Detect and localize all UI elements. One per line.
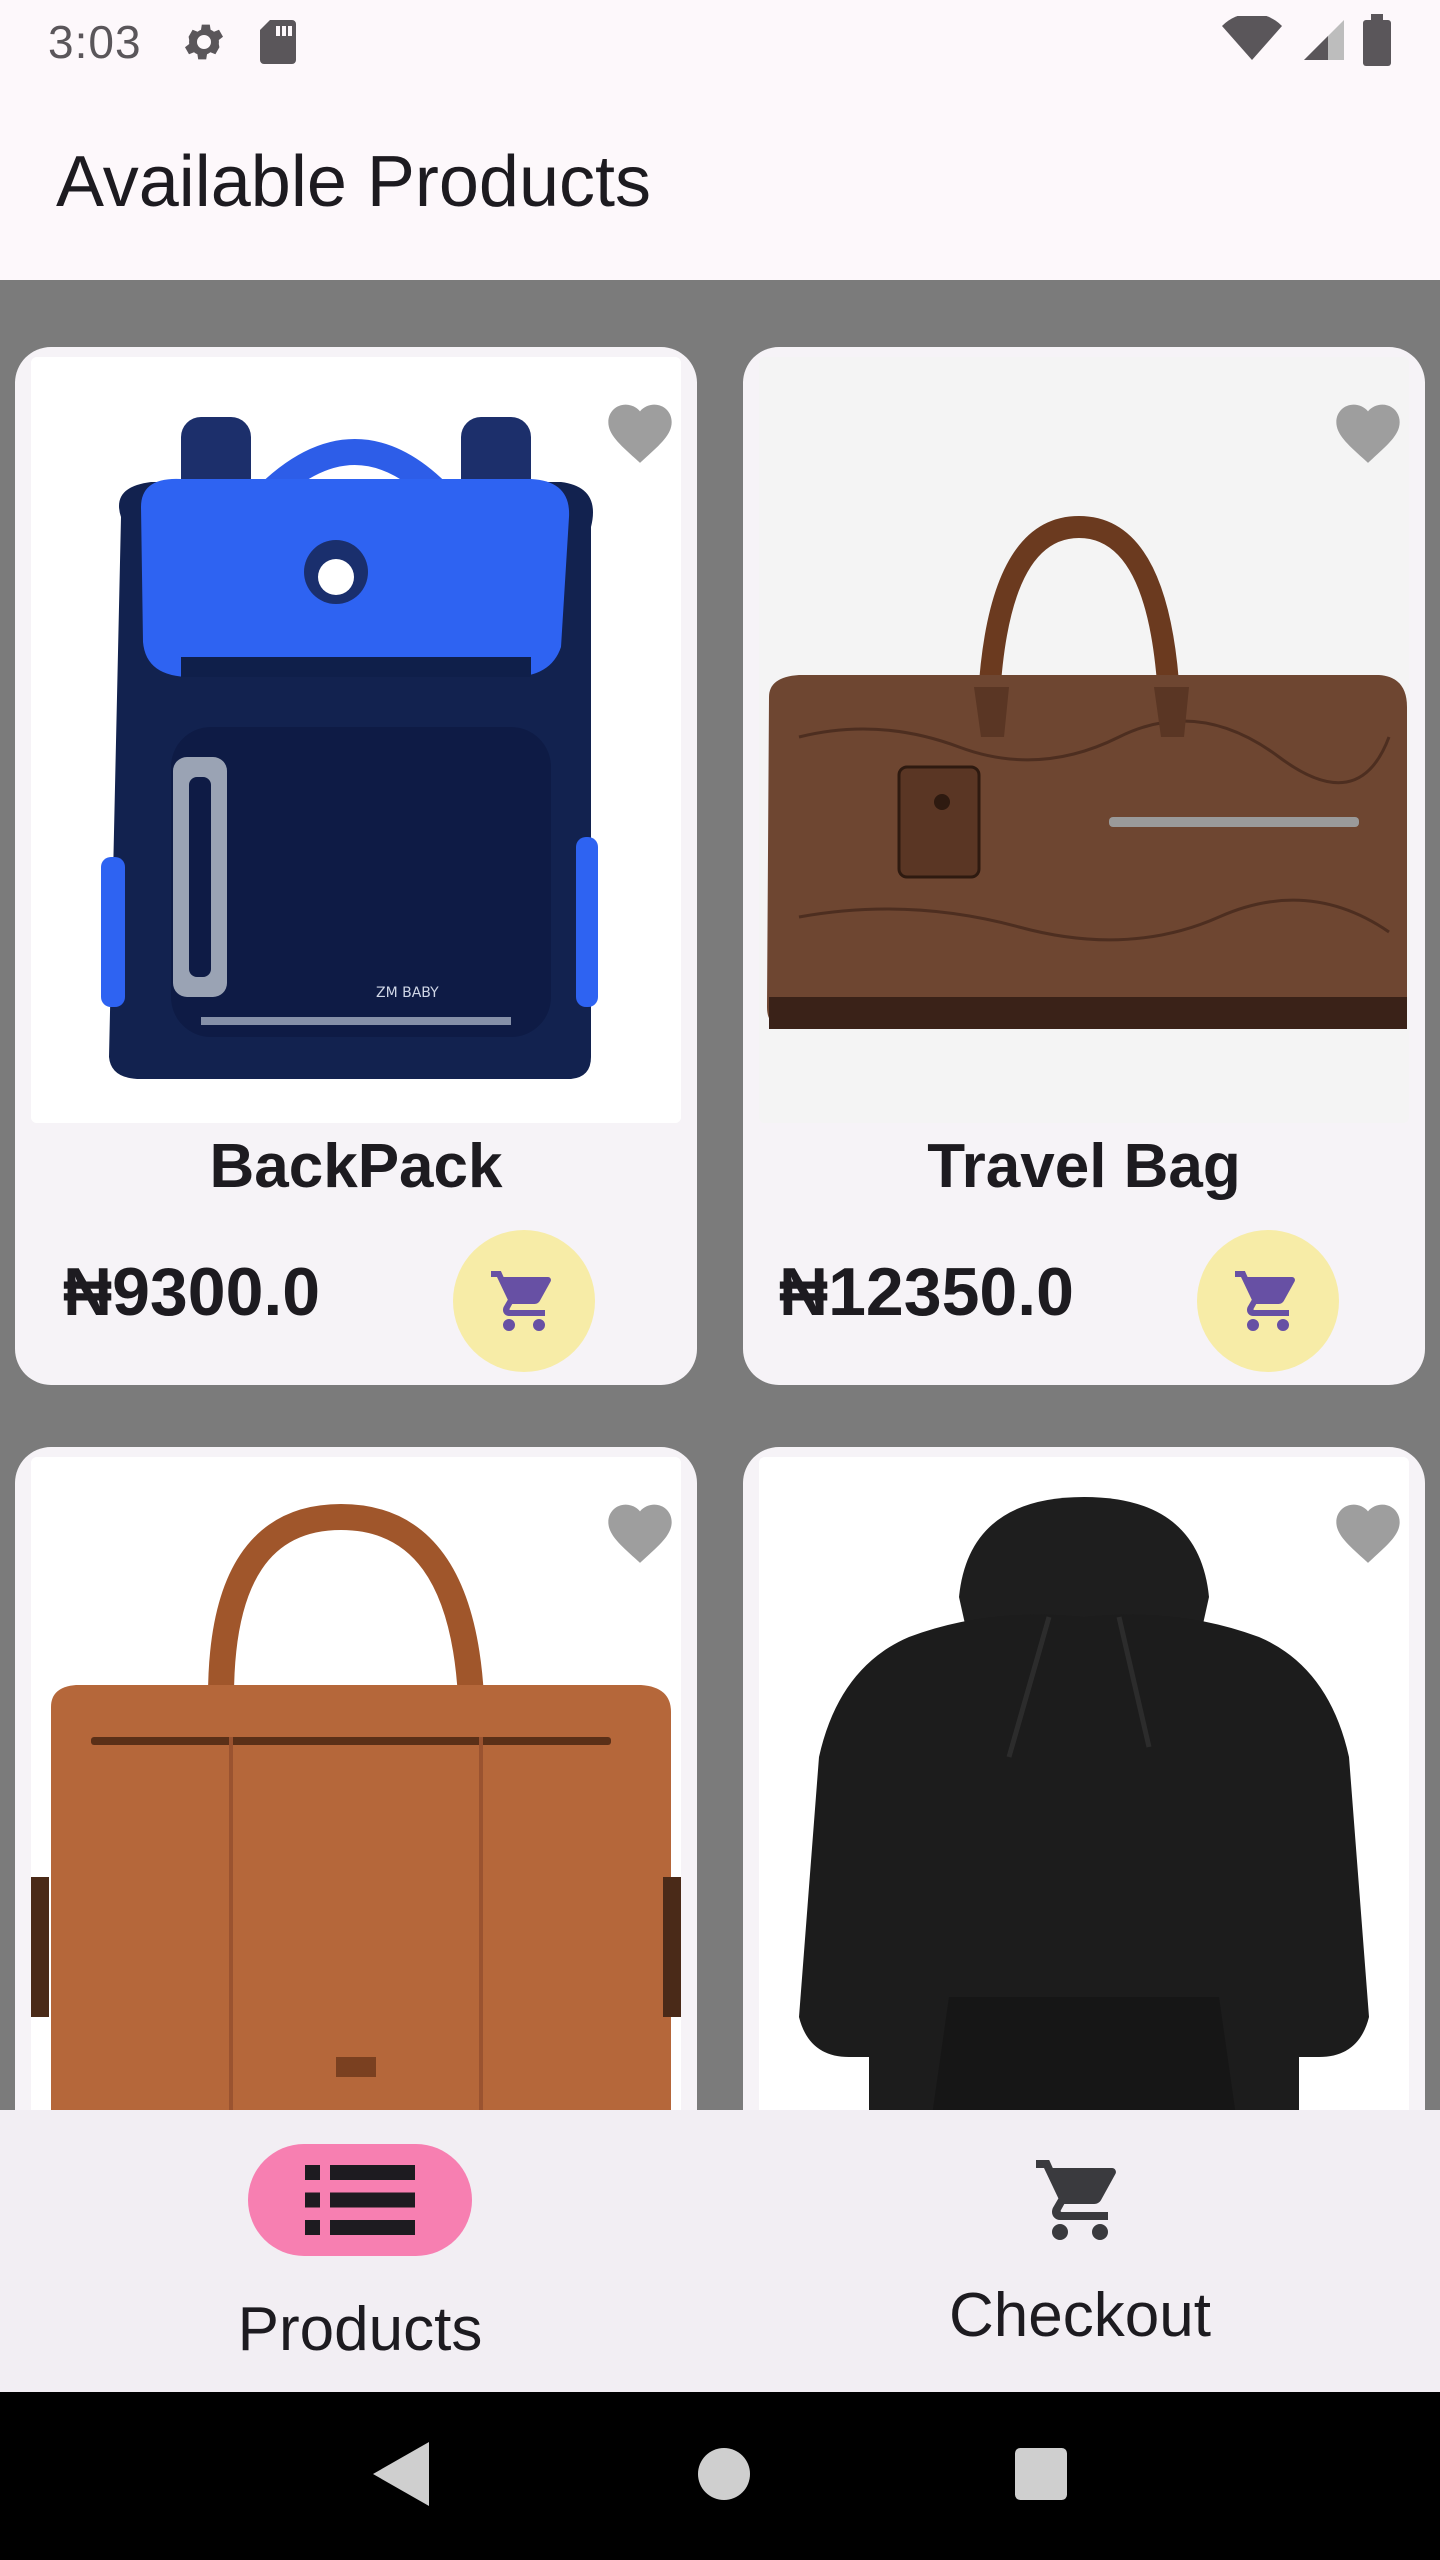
app-bar: Available Products [0,84,1440,280]
product-list[interactable]: ZM BABY BackPack ₦9300.0 Travel Bag ₦123… [0,280,1440,2110]
product-grid: ZM BABY BackPack ₦9300.0 Travel Bag ₦123… [15,347,1425,2110]
favorite-icon[interactable] [595,389,685,471]
status-right-icons [1222,12,1392,71]
product-name: Travel Bag [927,1132,1241,1201]
product-card[interactable]: ZM BABY BackPack ₦9300.0 [15,347,697,1385]
favorite-icon[interactable] [1323,389,1413,471]
sd-card-icon [250,14,306,70]
black-hoodie-image [759,1457,1409,2110]
wifi-icon [1222,12,1282,69]
blue-backpack-image: ZM BABY [31,357,681,1123]
settings-icon [176,14,232,70]
leather-laptop-bag-image [31,1457,681,2110]
brown-travel-bag-image [759,357,1409,1123]
recents-icon[interactable] [1015,2447,1068,2505]
product-price: ₦12350.0 [779,1254,1074,1330]
back-icon[interactable] [372,2441,433,2511]
product-card[interactable]: Travel Bag ₦12350.0 [743,347,1425,1385]
nav-active-indicator [248,2144,472,2256]
cart-icon [1235,1271,1295,1331]
nav-item-products[interactable]: Products [0,2110,720,2392]
battery-icon [1362,13,1392,71]
home-icon[interactable] [697,2447,750,2505]
list-icon [305,2165,415,2235]
nav-item-checkout[interactable]: Checkout [720,2110,1440,2392]
screen: 3:03 Available Products ZM BABY BackPack… [0,0,1440,2560]
signal-icon [1300,16,1344,69]
product-price: ₦9300.0 [63,1254,321,1330]
add-to-cart-button[interactable] [453,1230,595,1372]
svg-text:ZM BABY: ZM BABY [376,985,439,1001]
page-title: Available Products [56,142,652,222]
nav-label: Checkout [949,2281,1211,2350]
favorite-icon[interactable] [595,1489,685,1571]
favorite-icon[interactable] [1323,1489,1413,1571]
product-card[interactable] [743,1447,1425,2110]
status-time: 3:03 [48,16,142,68]
nav-label: Products [237,2295,483,2364]
cart-icon [1028,2150,1132,2250]
status-bar: 3:03 [0,0,1440,84]
bottom-nav: Products Checkout [0,2110,1440,2392]
cart-icon [491,1271,551,1331]
product-name: BackPack [209,1132,503,1201]
add-to-cart-button[interactable] [1197,1230,1339,1372]
product-card[interactable] [15,1447,697,2110]
system-nav-bar [0,2392,1440,2560]
